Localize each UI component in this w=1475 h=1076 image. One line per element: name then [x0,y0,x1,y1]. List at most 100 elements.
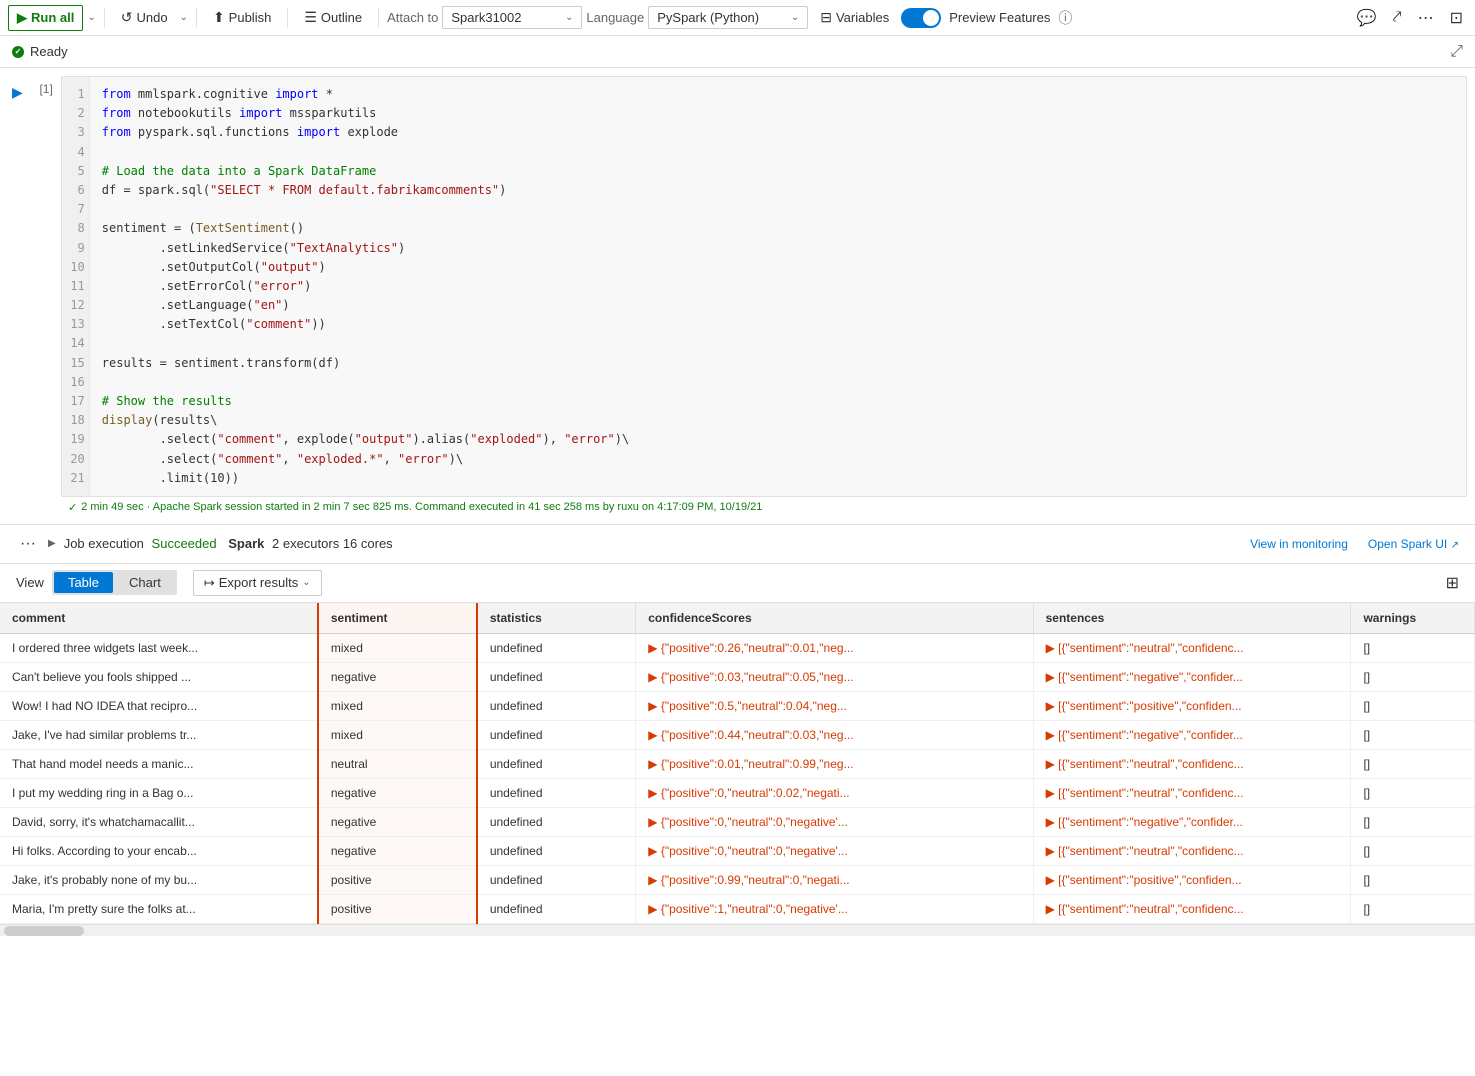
job-executors: 2 executors 16 cores [272,536,393,551]
scroll-thumb[interactable] [4,926,84,936]
cell-warnings: [] [1351,807,1475,836]
cell-comment: I ordered three widgets last week... [0,633,318,662]
cell-comment: David, sorry, it's whatchamacallit... [0,807,318,836]
notebook-cell: ▶ [1] 123456789101112131415161718192021 … [0,68,1475,525]
cell-warnings: [] [1351,778,1475,807]
divider-2 [196,8,197,28]
undo-button[interactable]: ↺ Undo [113,5,176,30]
cell-confidence-scores[interactable]: ▶ {"positive":0,"neutral":0,"negative'..… [636,836,1033,865]
cell-warnings: [] [1351,749,1475,778]
cell-warnings: [] [1351,691,1475,720]
export-results-button[interactable]: ↦ Export results ⌄ [193,570,322,596]
external-link-icon: ↗ [1451,540,1459,551]
col-header-statistics: statistics [477,603,636,634]
cell-warnings: [] [1351,865,1475,894]
cell-confidence-scores[interactable]: ▶ {"positive":0.26,"neutral":0.01,"neg..… [636,633,1033,662]
chevron-lang-icon: ⌄ [791,12,799,23]
open-spark-ui-link[interactable]: Open Spark UI ↗ [1368,537,1459,551]
play-icon: ▶ [17,10,27,26]
cell-comment: That hand model needs a manic... [0,749,318,778]
cell-sentiment: mixed [318,691,477,720]
job-more-button[interactable]: ··· [16,531,40,557]
grid-icon: ⊞ [1446,575,1459,592]
cell-confidence-scores[interactable]: ▶ {"positive":0.5,"neutral":0.04,"neg... [636,691,1033,720]
cell-statistics: undefined [477,836,636,865]
variables-button[interactable]: ⊟ Variables [812,5,897,30]
cell-sentences[interactable]: ▶ [{"sentiment":"positive","confiden... [1033,865,1351,894]
view-tab-group: Table Chart [52,570,177,595]
table-tab-button[interactable]: Table [54,572,113,593]
view-monitoring-link[interactable]: View in monitoring [1250,537,1348,551]
export-chevron-icon: ⌄ [302,577,310,588]
cell-confidence-scores[interactable]: ▶ {"positive":0.99,"neutral":0,"negati..… [636,865,1033,894]
table-row: Hi folks. According to your encab...nega… [0,836,1475,865]
cell-sentences[interactable]: ▶ [{"sentiment":"neutral","confidenc... [1033,633,1351,662]
cell-sentences[interactable]: ▶ [{"sentiment":"positive","confiden... [1033,691,1351,720]
horizontal-scrollbar[interactable] [0,924,1475,936]
attach-to-label: Attach to [387,10,438,25]
cell-sentences[interactable]: ▶ [{"sentiment":"neutral","confidenc... [1033,778,1351,807]
grid-layout-button[interactable]: ⊞ [1446,573,1459,593]
outline-button[interactable]: ☰ Outline [296,5,370,30]
expand-icon[interactable]: ⤢ [1450,43,1463,60]
cell-statistics: undefined [477,691,636,720]
chevron-undo-icon[interactable]: ⌄ [180,12,188,23]
cell-confidence-scores[interactable]: ▶ {"positive":1,"neutral":0,"negative'..… [636,894,1033,923]
main-content: ▶ [1] 123456789101112131415161718192021 … [0,68,1475,1076]
cell-confidence-scores[interactable]: ▶ {"positive":0,"neutral":0,"negative'..… [636,807,1033,836]
publish-button[interactable]: ⬆ Publish [205,5,279,30]
cell-comment: I put my wedding ring in a Bag o... [0,778,318,807]
cell-comment: Hi folks. According to your encab... [0,836,318,865]
chevron-run-icon[interactable]: ⌄ [87,12,95,23]
cell-sentences[interactable]: ▶ [{"sentiment":"negative","confider... [1033,807,1351,836]
table-row: Can't believe you fools shipped ...negat… [0,662,1475,691]
code-text[interactable]: from mmlspark.cognitive import * from no… [90,77,1466,496]
execution-text: 2 min 49 sec · Apache Spark session star… [81,501,762,513]
cell-sentiment: positive [318,865,477,894]
cell-sentences[interactable]: ▶ [{"sentiment":"neutral","confidenc... [1033,836,1351,865]
attach-to-dropdown[interactable]: Spark31002 ⌄ [442,6,582,29]
outline-icon: ☰ [304,9,317,26]
divider-1 [104,8,105,28]
publish-label: Publish [229,10,272,25]
run-all-button[interactable]: ▶ Run all [8,5,83,31]
cell-statistics: undefined [477,807,636,836]
cell-confidence-scores[interactable]: ▶ {"positive":0.03,"neutral":0.05,"neg..… [636,662,1033,691]
language-dropdown[interactable]: PySpark (Python) ⌄ [648,6,808,29]
job-status-text: Job execution Succeeded Spark 2 executor… [64,536,393,551]
toggle-thumb [923,10,939,26]
chart-tab-button[interactable]: Chart [115,572,175,593]
preview-features-toggle[interactable]: Preview Features ⓘ [901,8,1072,28]
job-succeeded: Succeeded [152,536,217,551]
cell-confidence-scores[interactable]: ▶ {"positive":0.44,"neutral":0.03,"neg..… [636,720,1033,749]
chat-icon-button[interactable]: 💬 [1353,4,1381,32]
cell-statistics: undefined [477,865,636,894]
more-options-button[interactable]: ⋯ [1414,4,1438,32]
cell-warnings: [] [1351,836,1475,865]
cell-sentences[interactable]: ▶ [{"sentiment":"neutral","confidenc... [1033,749,1351,778]
toggle-track[interactable] [901,8,941,28]
preview-info-icon[interactable]: ⓘ [1058,8,1072,28]
variables-label: Variables [836,10,889,25]
cell-statistics: undefined [477,778,636,807]
job-expand-icon[interactable]: ▶ [48,538,56,549]
cell-sentences[interactable]: ▶ [{"sentiment":"negative","confider... [1033,720,1351,749]
cell-run-btn[interactable]: ▶ [8,80,27,105]
share-icon-button[interactable]: ⤤ [1389,5,1406,31]
data-table-container: comment sentiment statistics confidenceS… [0,603,1475,924]
cell-sentences[interactable]: ▶ [{"sentiment":"neutral","confidenc... [1033,894,1351,923]
cell-confidence-scores[interactable]: ▶ {"positive":0.01,"neutral":0.99,"neg..… [636,749,1033,778]
cell-index: [1] [31,76,61,96]
layout-icon-button[interactable]: ⊡ [1446,4,1467,32]
cell-confidence-scores[interactable]: ▶ {"positive":0,"neutral":0.02,"negati..… [636,778,1033,807]
cell-sentiment: mixed [318,720,477,749]
language-label: Language [586,10,644,25]
view-bar: View Table Chart ↦ Export results ⌄ ⊞ [0,564,1475,603]
cell-sentences[interactable]: ▶ [{"sentiment":"negative","confider... [1033,662,1351,691]
variables-icon: ⊟ [820,9,832,26]
job-bar: ··· ▶ Job execution Succeeded Spark 2 ex… [0,525,1475,564]
col-header-confidence-scores: confidenceScores [636,603,1033,634]
job-label: Job execution [64,536,144,551]
table-row: I put my wedding ring in a Bag o...negat… [0,778,1475,807]
code-editor[interactable]: 123456789101112131415161718192021 from m… [61,76,1467,497]
